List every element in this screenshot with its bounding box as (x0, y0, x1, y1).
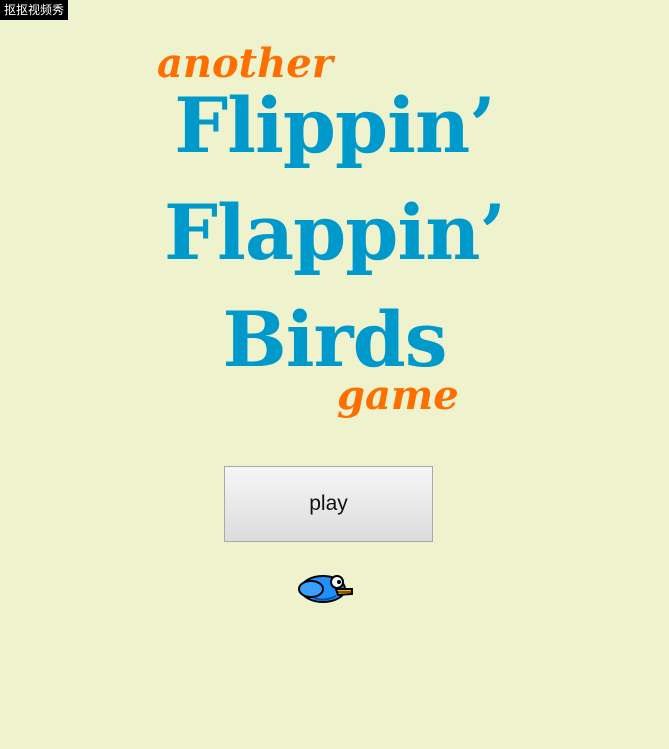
title-another: another (157, 40, 333, 87)
play-button[interactable]: play (224, 466, 433, 542)
title-flappin: Flappin’ (164, 188, 506, 277)
game-title: another Flippin’ Flappin’ Birds game (0, 0, 669, 430)
title-game: game (337, 372, 459, 419)
play-button-label: play (309, 492, 348, 515)
title-flippin: Flippin’ (174, 81, 496, 170)
title-birds: Birds (222, 295, 447, 384)
bird-icon (296, 570, 356, 606)
